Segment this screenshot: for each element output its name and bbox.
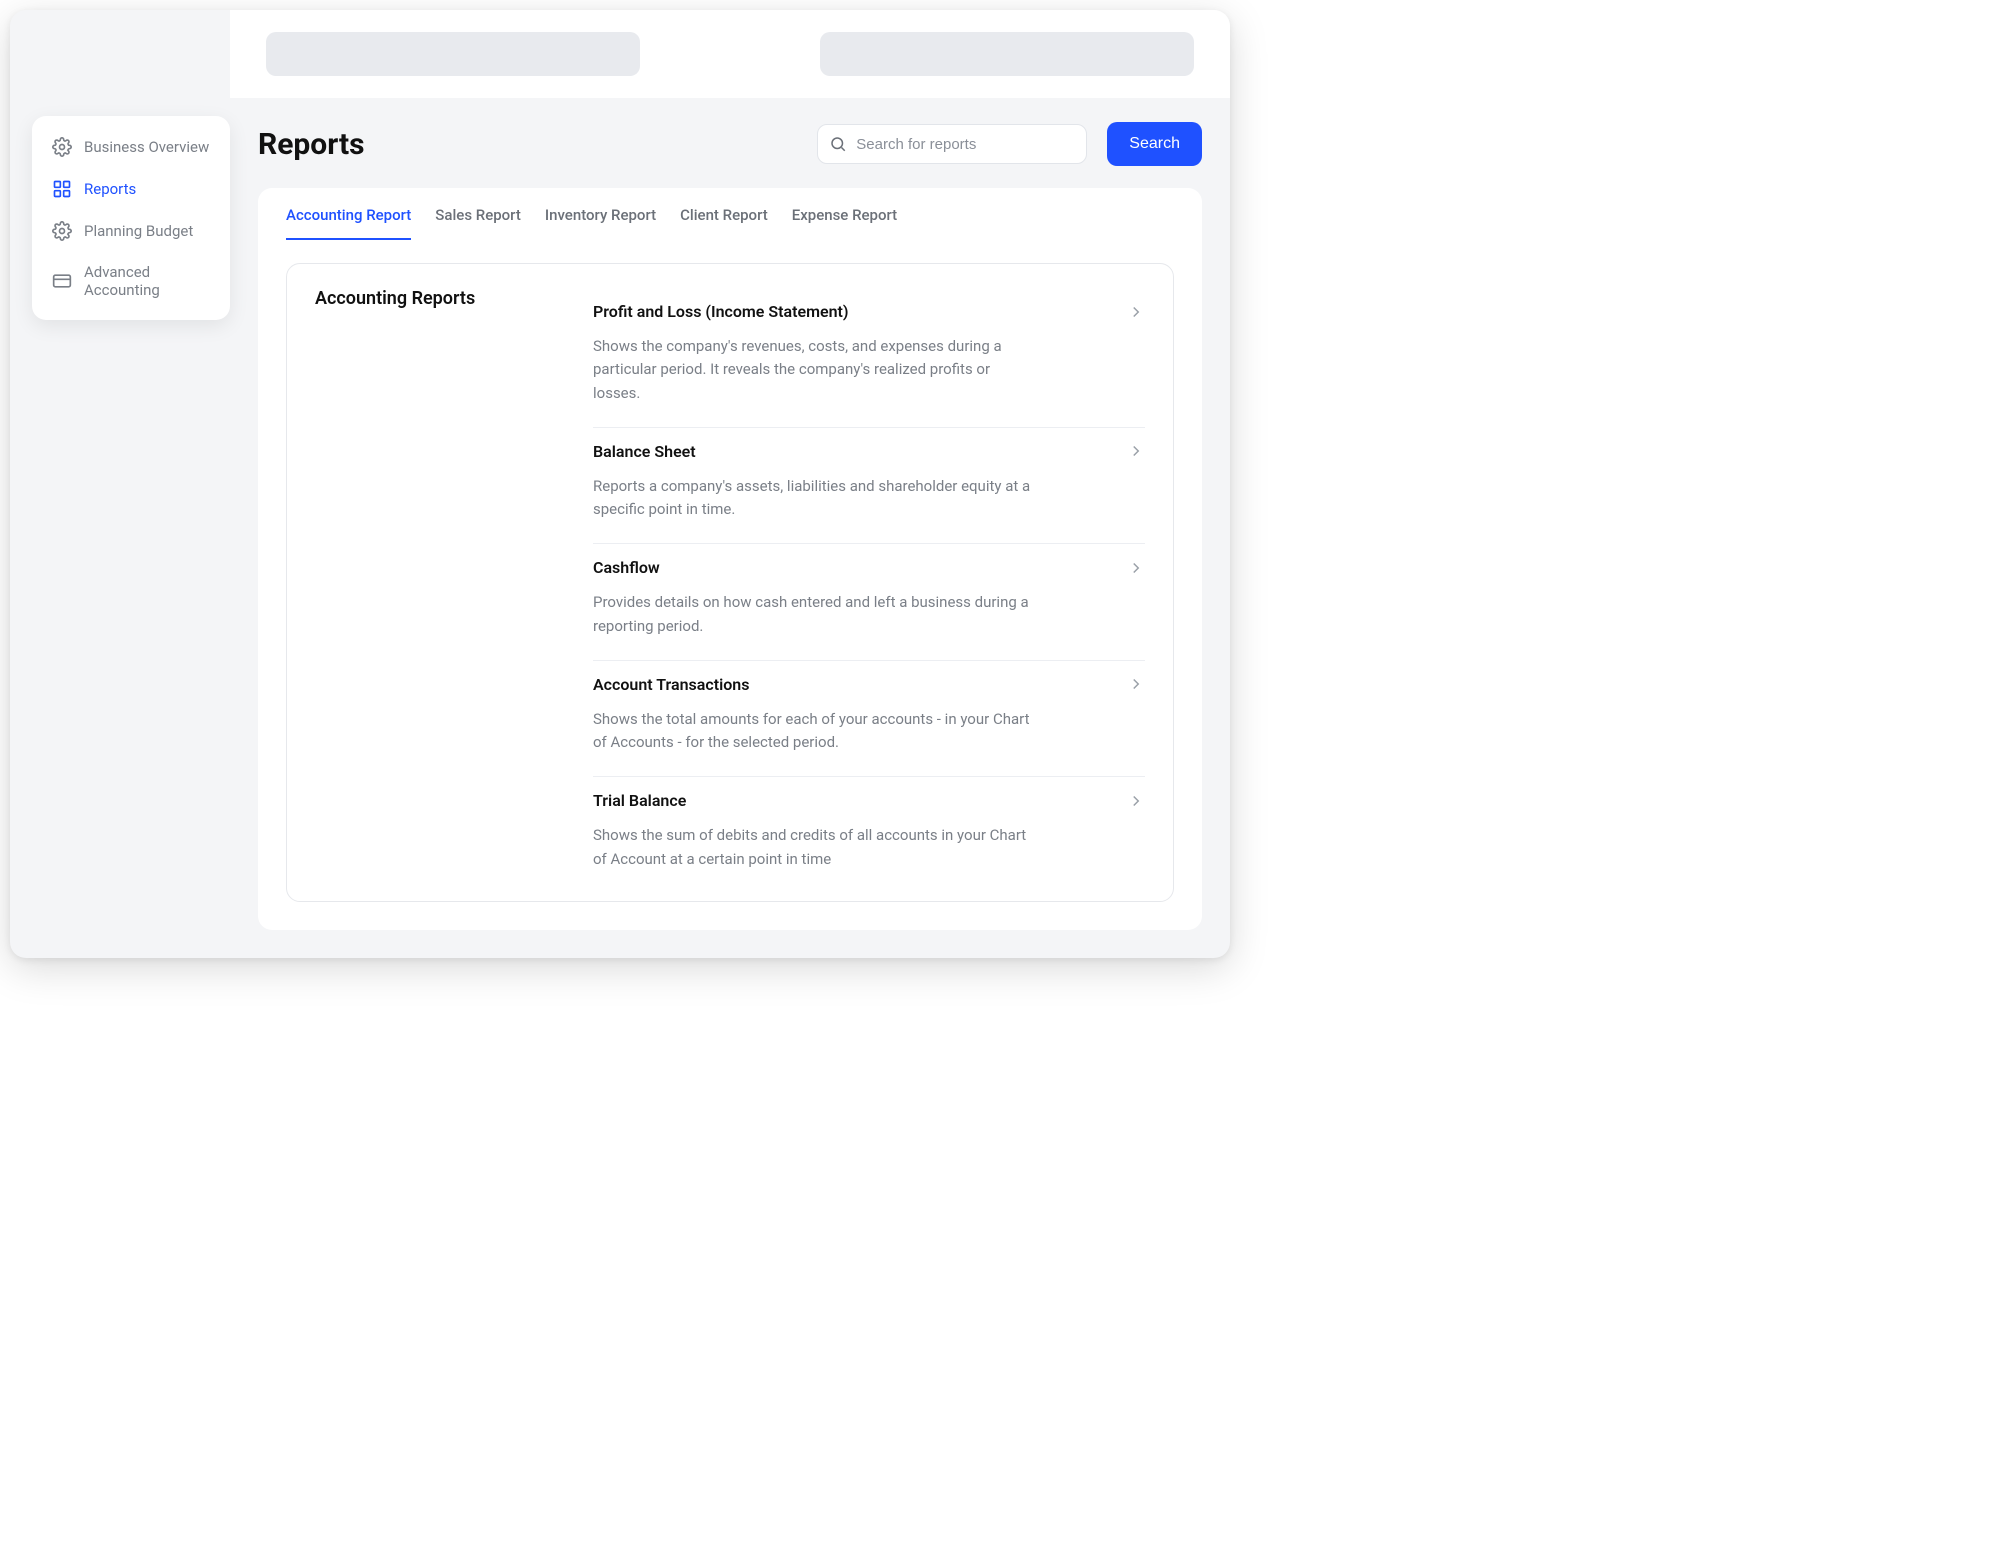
chevron-right-icon [1127, 303, 1145, 321]
report-desc: Shows the company's revenues, costs, and… [593, 335, 1033, 405]
report-title: Balance Sheet [593, 442, 1127, 461]
report-desc: Provides details on how cash entered and… [593, 591, 1033, 638]
app-window: Business Overview Reports Planning Budge… [10, 10, 1230, 958]
search-input[interactable] [817, 124, 1087, 164]
sidebar-item-planning-budget[interactable]: Planning Budget [42, 210, 220, 252]
sidebar: Business Overview Reports Planning Budge… [32, 116, 230, 320]
sidebar-item-label: Planning Budget [84, 222, 193, 240]
tab-client-report[interactable]: Client Report [680, 206, 768, 240]
gear-icon [52, 221, 72, 241]
topbar-skeleton-left [266, 32, 640, 76]
main-content: Reports Search Accounting Report Sales R… [230, 98, 1230, 958]
content-card: Accounting Reports Profit and Loss (Inco… [286, 263, 1174, 902]
chevron-right-icon [1127, 559, 1145, 577]
tab-sales-report[interactable]: Sales Report [435, 206, 521, 240]
report-title: Trial Balance [593, 791, 1127, 810]
search-icon [829, 135, 847, 153]
sidebar-item-label: Reports [84, 180, 136, 198]
grid-icon [52, 179, 72, 199]
report-item-balance-sheet[interactable]: Balance Sheet Reports a company's assets… [593, 428, 1145, 545]
report-item-cashflow[interactable]: Cashflow Provides details on how cash en… [593, 544, 1145, 661]
sidebar-item-label: Advanced Accounting [84, 263, 210, 299]
chevron-right-icon [1127, 675, 1145, 693]
sidebar-container: Business Overview Reports Planning Budge… [10, 98, 230, 958]
topbar [230, 10, 1230, 98]
report-title: Profit and Loss (Income Statement) [593, 302, 1127, 321]
report-desc: Reports a company's assets, liabilities … [593, 475, 1033, 522]
tab-inventory-report[interactable]: Inventory Report [545, 206, 656, 240]
tabs: Accounting Report Sales Report Inventory… [258, 188, 1202, 241]
report-list: Profit and Loss (Income Statement) Shows… [593, 288, 1145, 893]
report-desc: Shows the total amounts for each of your… [593, 708, 1033, 755]
report-item-account-transactions[interactable]: Account Transactions Shows the total amo… [593, 661, 1145, 778]
report-title: Cashflow [593, 558, 1127, 577]
chevron-right-icon [1127, 442, 1145, 460]
sidebar-item-label: Business Overview [84, 138, 209, 156]
gear-icon [52, 137, 72, 157]
tab-accounting-report[interactable]: Accounting Report [286, 206, 411, 240]
sidebar-item-business-overview[interactable]: Business Overview [42, 126, 220, 168]
panel: Accounting Report Sales Report Inventory… [258, 188, 1202, 930]
report-item-profit-and-loss[interactable]: Profit and Loss (Income Statement) Shows… [593, 288, 1145, 428]
topbar-skeleton-right [820, 32, 1194, 76]
page-header: Reports Search [258, 122, 1202, 166]
search-wrap [817, 124, 1087, 164]
report-desc: Shows the sum of debits and credits of a… [593, 824, 1033, 871]
page-title: Reports [258, 127, 797, 162]
card-icon [52, 271, 72, 291]
report-title: Account Transactions [593, 675, 1127, 694]
search-button[interactable]: Search [1107, 122, 1202, 166]
section-title: Accounting Reports [315, 288, 593, 309]
sidebar-item-advanced-accounting[interactable]: Advanced Accounting [42, 252, 220, 310]
chevron-right-icon [1127, 792, 1145, 810]
tab-expense-report[interactable]: Expense Report [792, 206, 897, 240]
report-item-trial-balance[interactable]: Trial Balance Shows the sum of debits an… [593, 777, 1145, 893]
content-left: Accounting Reports [315, 288, 593, 893]
sidebar-item-reports[interactable]: Reports [42, 168, 220, 210]
